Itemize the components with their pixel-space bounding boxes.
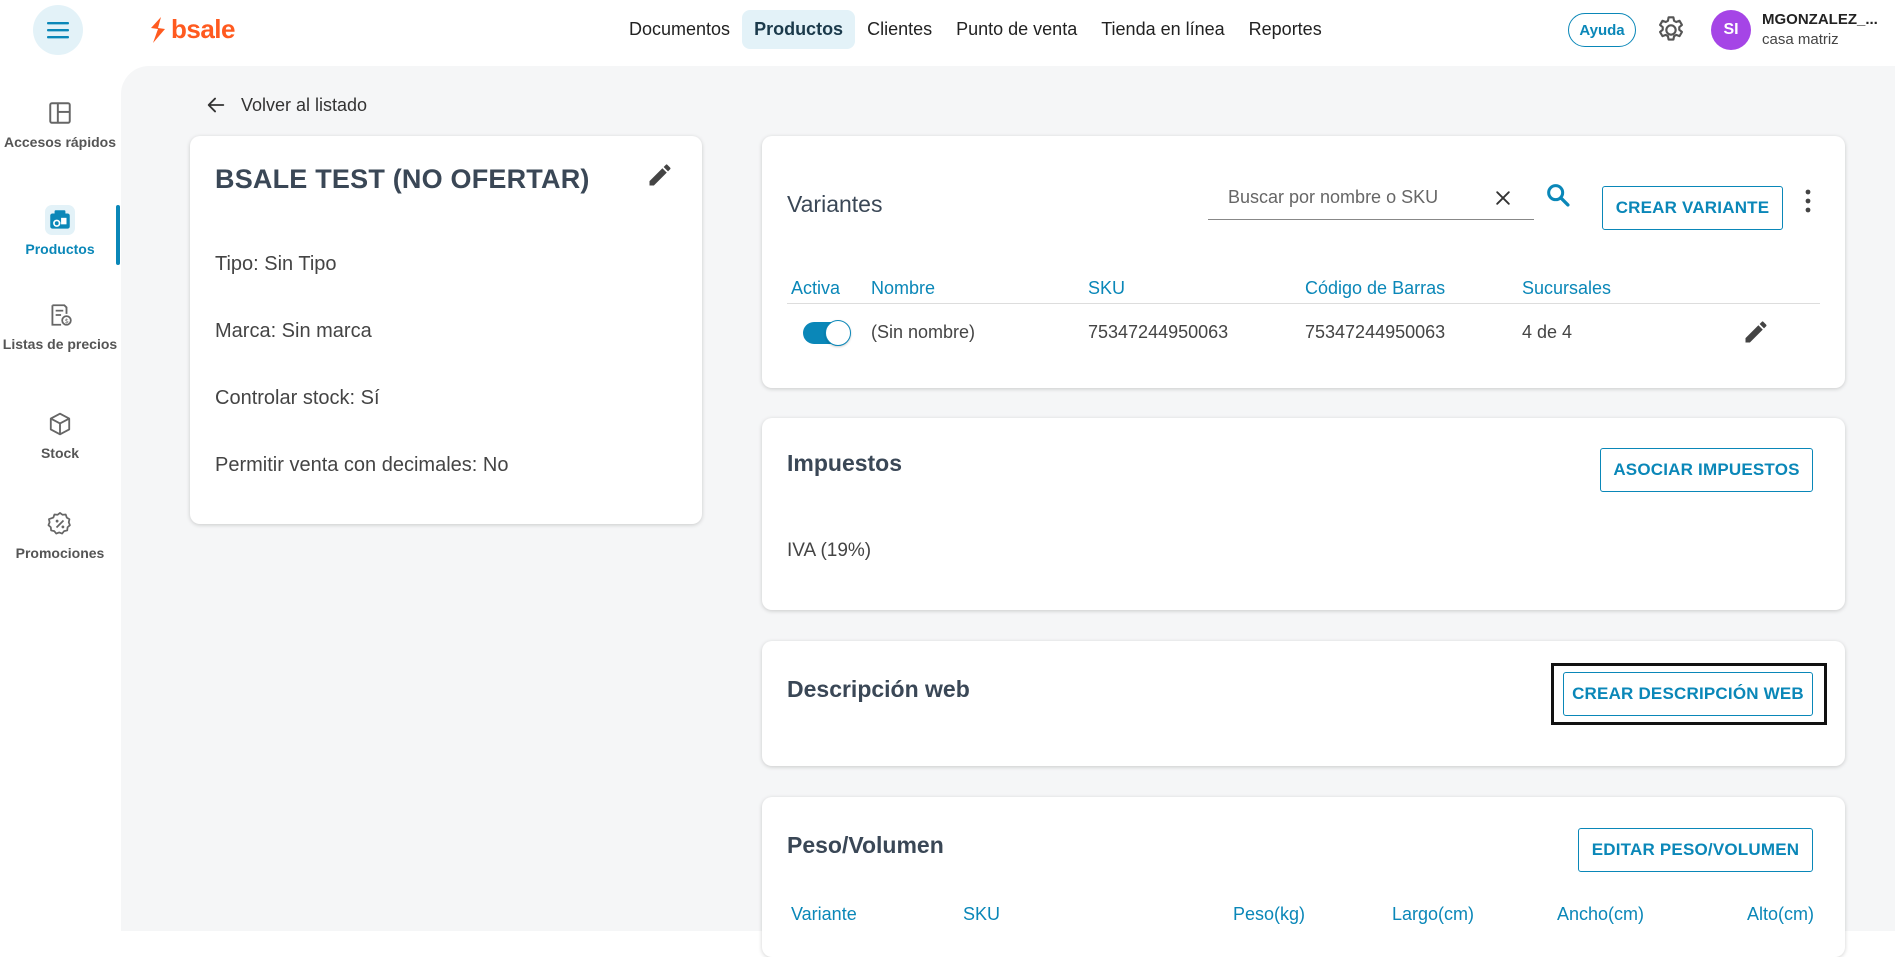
pencil-icon — [1745, 321, 1767, 343]
weight-volume-title: Peso/Volumen — [787, 832, 944, 858]
column-header-sucursales: Sucursales — [1522, 278, 1612, 298]
gear-icon — [1659, 16, 1683, 41]
weight-volume-card: Peso/Volumen EDITAR PESO/VOLUMEN Variant… — [762, 797, 1845, 957]
nav-productos[interactable]: Productos — [742, 10, 856, 49]
sidebar: Accesos rápidos Productos $ Listas de pr… — [0, 62, 120, 931]
price-list-icon: $ — [51, 304, 72, 326]
column-header-variante: Variante — [791, 904, 857, 924]
create-variant-button[interactable]: CREAR VARIANTE — [1602, 186, 1783, 230]
column-header-largo: Largo(cm) — [1392, 904, 1475, 924]
top-nav: Documentos Productos Clientes Punto de v… — [617, 10, 1334, 49]
focus-highlight — [1551, 663, 1827, 725]
variant-active-toggle[interactable] — [803, 320, 851, 346]
edit-product-button[interactable] — [646, 161, 676, 191]
help-button[interactable]: Ayuda — [1568, 13, 1636, 47]
variants-title: Variantes — [787, 191, 883, 217]
variant-barcode: 75347244950063 — [1305, 322, 1446, 342]
sidebar-item-promociones[interactable]: Promociones — [0, 509, 120, 561]
table-header-divider — [787, 303, 1820, 304]
variant-search-input[interactable] — [1228, 182, 1478, 212]
logo-text: bsale — [171, 14, 236, 44]
edit-weight-volume-button[interactable]: EDITAR PESO/VOLUMEN — [1578, 828, 1813, 872]
nav-reportes[interactable]: Reportes — [1237, 10, 1334, 49]
product-title: BSALE TEST (NO OFERTAR) — [215, 164, 590, 194]
layout-icon — [49, 102, 71, 124]
variants-card: Variantes CREAR VARIANTE Activa Nombre S… — [762, 136, 1845, 388]
associate-taxes-button[interactable]: ASOCIAR IMPUESTOS — [1600, 448, 1813, 492]
column-header-activa: Activa — [791, 278, 841, 298]
sidebar-active-indicator — [116, 205, 120, 265]
sidebar-item-label: Accesos rápidos — [3, 134, 117, 150]
column-header-nombre: Nombre — [871, 278, 936, 298]
variant-sku: 75347244950063 — [1088, 322, 1229, 342]
sidebar-item-label: Listas de precios — [2, 336, 118, 352]
back-to-list-link[interactable]: Volver al listado — [205, 94, 367, 116]
nav-documentos[interactable]: Documentos — [617, 10, 742, 49]
hamburger-icon — [47, 22, 69, 39]
more-options-icon[interactable] — [1800, 188, 1816, 214]
web-description-title: Descripción web — [787, 676, 970, 702]
product-info-card: BSALE TEST (NO OFERTAR) Tipo: Sin Tipo M… — [190, 136, 702, 524]
column-header-alto: Alto(cm) — [1747, 904, 1814, 924]
product-decimal-sale: Permitir venta con decimales: No — [215, 454, 509, 476]
top-bar: bsale Documentos Productos Clientes Punt… — [0, 0, 1895, 62]
taxes-title: Impuestos — [787, 450, 903, 476]
tax-item: IVA (19%) — [787, 540, 872, 561]
column-header-peso: Peso(kg) — [1233, 904, 1306, 924]
arrow-left-icon — [207, 97, 225, 113]
sidebar-item-label: Productos — [25, 241, 95, 257]
variant-search-box — [1208, 176, 1534, 220]
bsale-logo-icon — [151, 16, 165, 43]
avatar[interactable]: SI — [1711, 10, 1751, 50]
column-header-sku: SKU — [963, 904, 1001, 924]
products-icon — [50, 210, 70, 229]
sidebar-item-listas-de-precios[interactable]: $ Listas de precios — [0, 300, 120, 352]
close-icon[interactable] — [1493, 188, 1513, 208]
sidebar-item-accesos-rapidos[interactable]: Accesos rápidos — [0, 98, 120, 150]
product-brand: Marca: Sin marca — [215, 320, 372, 342]
column-header-codigo-barras: Código de Barras — [1305, 278, 1446, 298]
svg-text:$: $ — [65, 317, 69, 325]
back-link-label: Volver al listado — [241, 94, 368, 115]
sidebar-item-stock[interactable]: Stock — [0, 409, 120, 461]
nav-tienda-en-linea[interactable]: Tienda en línea — [1089, 10, 1236, 49]
variant-branches: 4 de 4 — [1522, 322, 1573, 342]
nav-punto-de-venta[interactable]: Punto de venta — [944, 10, 1089, 49]
user-name[interactable]: MGONZALEZ_... — [1762, 11, 1878, 28]
sidebar-item-label: Stock — [40, 445, 80, 461]
menu-button[interactable] — [33, 5, 83, 55]
box-icon — [49, 412, 71, 436]
sidebar-item-label: Promociones — [15, 545, 105, 561]
search-icon[interactable] — [1544, 181, 1572, 209]
logo[interactable]: bsale — [148, 14, 236, 45]
pencil-icon — [649, 164, 671, 186]
nav-clientes[interactable]: Clientes — [855, 10, 944, 49]
product-type: Tipo: Sin Tipo — [215, 253, 337, 275]
edit-variant-button[interactable] — [1742, 318, 1770, 346]
taxes-card: Impuestos ASOCIAR IMPUESTOS IVA (19%) — [762, 418, 1845, 610]
variant-name: (Sin nombre) — [871, 322, 976, 342]
user-branch: casa matriz — [1762, 31, 1839, 48]
settings-button[interactable] — [1655, 14, 1687, 46]
sidebar-item-productos[interactable]: Productos — [0, 205, 120, 257]
product-stock-control: Controlar stock: Sí — [215, 387, 380, 409]
column-header-ancho: Ancho(cm) — [1557, 904, 1645, 924]
discount-icon — [47, 512, 71, 535]
column-header-sku: SKU — [1088, 278, 1126, 298]
